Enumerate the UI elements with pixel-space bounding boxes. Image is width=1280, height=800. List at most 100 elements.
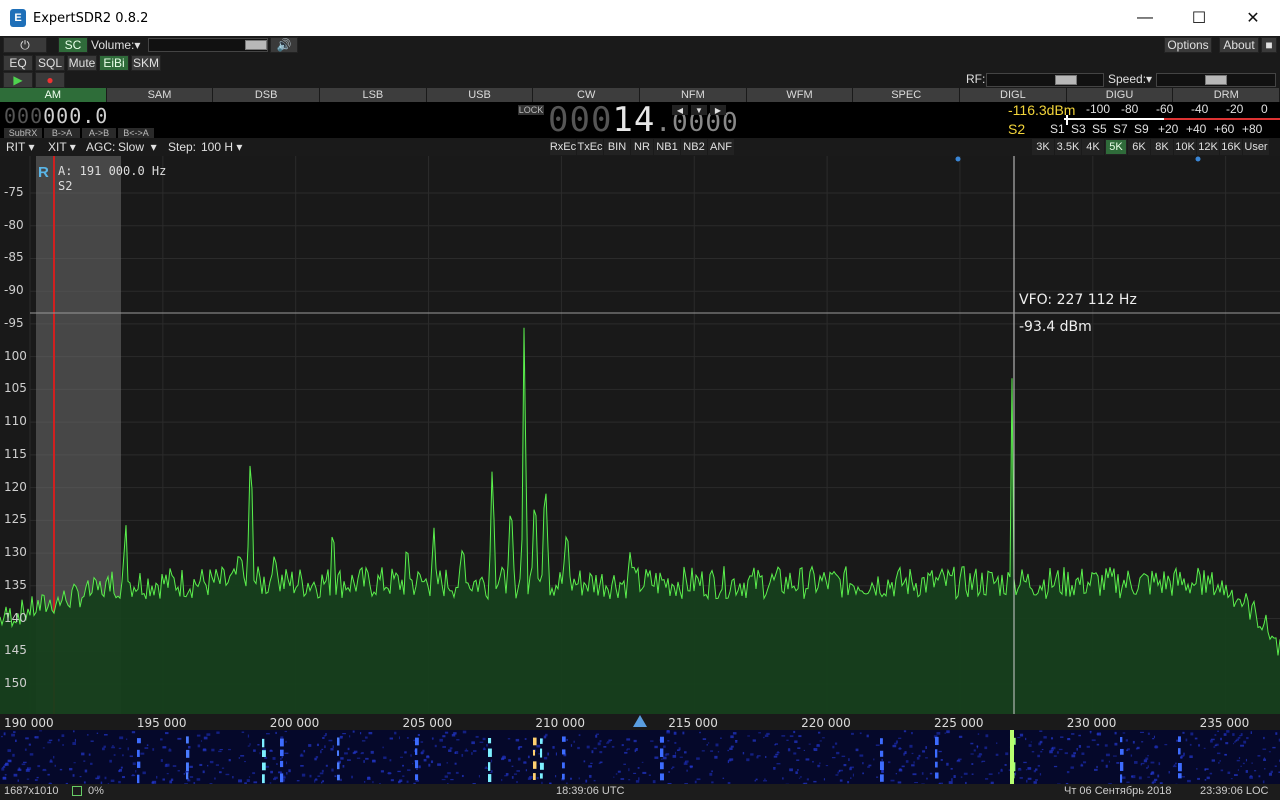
waterfall-noise [988,773,993,775]
waterfall-plot[interactable] [0,730,1280,784]
play-button[interactable]: ▶ [3,72,33,88]
freq-down-button[interactable]: ▼ [691,105,707,115]
marker-dot [955,156,961,162]
waterfall-noise [1152,737,1155,740]
xit-dropdown[interactable]: XIT ▾ [48,140,76,154]
power-button[interactable]: ⏻ [3,37,47,53]
mode-am-button[interactable]: AM [0,88,107,102]
mode-digu-button[interactable]: DIGU [1066,88,1174,102]
about-button[interactable]: About [1219,37,1259,53]
speaker-button[interactable]: 🔊 [270,37,298,53]
filter-3.5k-button[interactable]: 3.5K [1055,139,1081,155]
waterfall-noise [1168,771,1170,774]
close-button[interactable]: ✕ [1226,0,1280,36]
skm-button[interactable]: SKM [131,55,161,71]
waterfall-noise [21,763,26,766]
waterfall-noise [221,767,225,769]
dsp-nr-button[interactable]: NR [631,139,653,155]
center-marker-icon[interactable] [633,715,647,727]
subrx-frequency[interactable]: 000000.0 [4,104,108,128]
filter-10k-button[interactable]: 10K [1174,139,1196,155]
dsp-nb2-button[interactable]: NB2 [681,139,707,155]
volume-knob[interactable] [245,40,267,50]
waterfall-noise [516,781,518,783]
filter-3k-button[interactable]: 3K [1032,139,1054,155]
a-to-b-button[interactable]: A->B [82,128,116,138]
waterfall-noise [855,748,859,752]
mode-usb-button[interactable]: USB [426,88,534,102]
rit-dropdown[interactable]: RIT ▾ [6,140,34,154]
record-button[interactable]: ● [35,72,65,88]
filter-4k-button[interactable]: 4K [1082,139,1104,155]
filter-12k-button[interactable]: 12K [1197,139,1219,155]
mode-sam-button[interactable]: SAM [106,88,214,102]
waterfall-noise [28,743,31,746]
waterfall-noise [971,763,974,765]
waterfall-noise [210,760,214,764]
volume-slider[interactable] [148,38,268,52]
dsp-nb1-button[interactable]: NB1 [654,139,680,155]
waterfall-noise [325,733,327,736]
speed-slider[interactable] [1156,73,1276,87]
eq-button[interactable]: EQ [3,55,33,71]
mode-digl-button[interactable]: DIGL [960,88,1067,102]
filter-16k-button[interactable]: 16K [1220,139,1242,155]
waterfall-noise [135,770,137,773]
waterfall-noise [624,751,628,754]
waterfall-noise [96,732,99,734]
waterfall-noise [1108,760,1110,763]
subrx-button[interactable]: SubRX [4,128,42,138]
rf-knob[interactable] [1055,75,1077,85]
waterfall-noise [342,733,346,735]
mode-drm-button[interactable]: DRM [1173,88,1280,102]
waterfall[interactable] [0,730,1280,784]
dsp-anf-button[interactable]: ANF [708,139,734,155]
waterfall-noise [921,772,924,775]
spectrum-panel[interactable]: -75 -80 -85 -90 -95 100 105 110 115 120 125 130 135 1… [0,156,1280,714]
waterfall-noise [667,740,670,742]
waterfall-noise [1096,743,1100,746]
restore-panel-button[interactable]: ■ [1261,37,1277,53]
mute-button[interactable]: Mute [67,55,97,71]
filter-6k-button[interactable]: 6K [1128,139,1150,155]
waterfall-noise [977,733,980,735]
options-button[interactable]: Options [1164,37,1212,53]
dsp-txec-button[interactable]: TxEc [577,139,603,155]
dsp-rxec-button[interactable]: RxEc [550,139,576,155]
b-to-a-button[interactable]: B->A [44,128,80,138]
agc-dropdown[interactable]: Slow ▾ [118,140,157,154]
minimize-button[interactable]: — [1118,0,1172,36]
lock-button[interactable]: LOCK [518,105,544,115]
y-axis-label: -85 [4,250,24,265]
eibi-button[interactable]: EiBi [99,55,129,71]
waterfall-signal [280,773,284,783]
filter-8k-button[interactable]: 8K [1151,139,1173,155]
mode-wfm-button[interactable]: WFM [746,88,854,102]
filter-user-button[interactable]: User [1243,139,1269,155]
freq-right-button[interactable]: ▶ [710,105,726,115]
waterfall-noise [1239,735,1242,737]
smeter-scale-bottom-label: S9 [1134,122,1149,136]
maximize-button[interactable]: ☐ [1172,0,1226,36]
rf-slider[interactable] [986,73,1104,87]
filter-5k-button[interactable]: 5K [1105,139,1127,155]
spectrum-plot[interactable] [0,156,1280,714]
freq-left-button[interactable]: ◀ [672,105,688,115]
volume-label[interactable]: Volume:▾ [91,38,140,52]
waterfall-noise [183,773,186,775]
waterfall-noise [308,744,312,747]
speed-label[interactable]: Speed:▾ [1108,72,1152,86]
b-swap-a-button[interactable]: B<->A [118,128,154,138]
waterfall-noise [890,779,895,782]
sc-button[interactable]: SC [58,37,88,53]
waterfall-noise [321,769,324,773]
speed-knob[interactable] [1205,75,1227,85]
dsp-bin-button[interactable]: BIN [604,139,630,155]
mode-spec-button[interactable]: SPEC [853,88,961,102]
sql-button[interactable]: SQL [35,55,65,71]
mode-lsb-button[interactable]: LSB [320,88,427,102]
step-dropdown[interactable]: 100 H ▾ [201,140,242,154]
mode-dsb-button[interactable]: DSB [213,88,321,102]
waterfall-noise [1197,777,1200,780]
waterfall-noise [1258,775,1261,778]
